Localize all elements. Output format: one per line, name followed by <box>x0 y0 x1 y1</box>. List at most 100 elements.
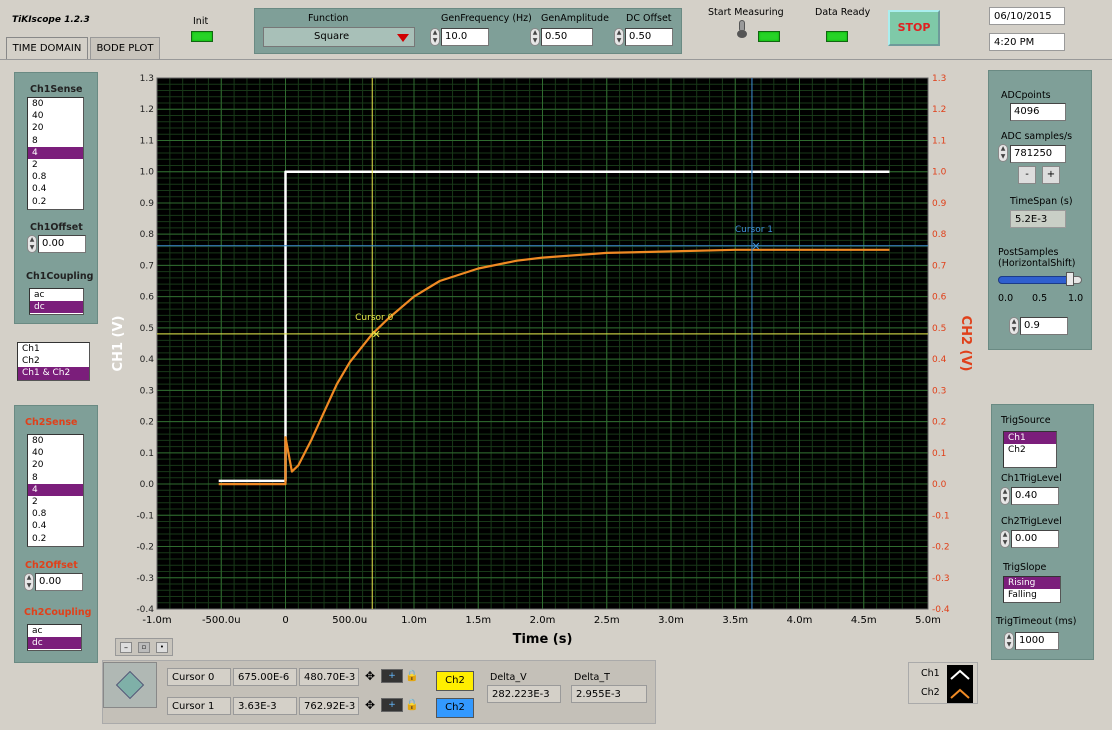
legend-swatch <box>947 665 973 703</box>
zoom-icon[interactable]: – <box>120 642 132 653</box>
trig-slope-option[interactable]: Falling <box>1004 589 1060 601</box>
stop-button[interactable]: STOP <box>888 10 940 46</box>
delta-t-value: 2.955E-3 <box>571 685 647 703</box>
ch2-trig-level-field[interactable]: 0.00 <box>1011 530 1059 548</box>
x-axis-title: Time (s) <box>513 632 573 647</box>
ch1-sense-option[interactable]: 80 <box>28 98 83 110</box>
ch1-sense-option[interactable]: 40 <box>28 110 83 122</box>
ch2-sense-option[interactable]: 80 <box>28 435 83 447</box>
ch2-sense-option[interactable]: 40 <box>28 447 83 459</box>
tab-time-domain[interactable]: TIME DOMAIN <box>6 37 88 59</box>
trig-slope-list[interactable]: Rising Falling <box>1003 576 1061 603</box>
cursor-1-label: Cursor 1 <box>735 225 773 235</box>
dc-offset-field[interactable]: 0.50 <box>625 28 673 46</box>
y-left-tick-label: 1.1 <box>140 136 154 146</box>
adc-sps-field[interactable]: 781250 <box>1010 145 1066 163</box>
cursor1-move-icon[interactable]: ✥ <box>362 697 378 713</box>
ch2-sense-option[interactable]: 8 <box>28 472 83 484</box>
ch1-sense-option[interactable]: 2 <box>28 159 83 171</box>
ch2-sense-option[interactable]: 0.8 <box>28 508 83 520</box>
tab-bode-plot[interactable]: BODE PLOT <box>90 37 160 59</box>
ch2-sense-option[interactable]: 4 <box>28 483 83 496</box>
x-tick-label: -500.0u <box>202 615 241 626</box>
ch2-sense-option[interactable]: 0.2 <box>28 533 83 545</box>
post-samples-spinner[interactable]: ▲ ▼ <box>1009 317 1019 335</box>
ch1-coupling-list[interactable]: ac dc <box>29 288 84 315</box>
trig-timeout-field[interactable]: 1000 <box>1015 632 1059 650</box>
ch2-trig-level-spinner[interactable]: ▲ ▼ <box>1000 530 1010 548</box>
ch1-sense-option[interactable]: 0.4 <box>28 183 83 195</box>
ch2-offset-field[interactable]: 0.00 <box>35 573 83 591</box>
channel-select-list[interactable]: Ch1 Ch2 Ch1 & Ch2 <box>17 342 90 381</box>
ch1-sense-option[interactable]: 4 <box>28 146 83 159</box>
cursor0-move-icon[interactable]: ✥ <box>362 668 378 684</box>
ch1-trig-level-field[interactable]: 0.40 <box>1011 487 1059 505</box>
x-tick-label: 3.5m <box>722 615 748 626</box>
cursor0-channel-button[interactable]: Ch2 <box>436 671 474 691</box>
ch2-coupling-list[interactable]: ac dc <box>27 624 82 651</box>
ch2-trig-level-label: Ch2TrigLevel <box>1001 516 1062 527</box>
ch1-coupling-option[interactable]: ac <box>30 289 83 301</box>
gen-frequency-field[interactable]: 10.0 <box>441 28 489 46</box>
trig-source-option[interactable]: Ch2 <box>1004 444 1056 456</box>
adc-points-field[interactable]: 4096 <box>1010 103 1066 121</box>
channel-select-option[interactable]: Ch1 <box>18 343 89 355</box>
dc-offset-spinner[interactable]: ▲ ▼ <box>614 28 624 46</box>
ch2-sense-option[interactable]: 20 <box>28 459 83 471</box>
function-select[interactable]: Square <box>263 27 415 47</box>
ch1-sense-option[interactable]: 8 <box>28 135 83 147</box>
gen-frequency-spinner[interactable]: ▲ ▼ <box>430 28 440 46</box>
post-samples-field[interactable]: 0.9 <box>1020 317 1068 335</box>
ch1-sense-option[interactable]: 0.8 <box>28 171 83 183</box>
channel-select-option[interactable]: Ch2 <box>18 355 89 367</box>
ch1-sense-list[interactable]: 80 40 20 8 4 2 0.8 0.4 0.2 <box>27 97 84 210</box>
y-left-tick-label: 0.9 <box>140 199 155 209</box>
tab-underline <box>0 59 1112 60</box>
gen-frequency-label: GenFrequency (Hz) <box>441 13 532 24</box>
cursor0-style-icon[interactable]: + <box>381 669 403 683</box>
cursor1-lock-icon[interactable]: 🔒 <box>405 697 423 713</box>
ch2-sense-option[interactable]: 0.4 <box>28 520 83 532</box>
ch1-offset-spinner[interactable]: ▲ ▼ <box>27 235 37 253</box>
plot-legend: Ch1 Ch2 <box>908 662 978 704</box>
channel-select-option[interactable]: Ch1 & Ch2 <box>18 367 89 380</box>
y-left-tick-label: -0.3 <box>136 574 154 584</box>
ch1-trig-level-spinner[interactable]: ▲ ▼ <box>1000 487 1010 505</box>
cursor1-channel-button[interactable]: Ch2 <box>436 698 474 718</box>
ch2-sense-option[interactable]: 2 <box>28 496 83 508</box>
cursor-move-pad-icon[interactable] <box>103 662 157 708</box>
ch2-sense-list[interactable]: 80 40 20 8 4 2 0.8 0.4 0.2 <box>27 434 84 547</box>
function-value: Square <box>314 31 350 42</box>
trig-source-option[interactable]: Ch1 <box>1004 432 1056 445</box>
y-right-tick-label: -0.2 <box>932 543 950 553</box>
y-right-tick-label: 0.4 <box>932 355 947 365</box>
start-toggle[interactable] <box>737 20 747 38</box>
cursor0-x: 675.00E-6 <box>233 668 297 686</box>
ch1-coupling-label: Ch1Coupling <box>26 271 94 282</box>
scope-chart[interactable]: -1.0m -500.0u 0 500.0u 1.0m 1.5m 2.0m 2.5m 3.0m 3… <box>100 66 980 654</box>
x-tick-label: 3.0m <box>658 615 684 626</box>
gen-amplitude-spinner[interactable]: ▲ ▼ <box>530 28 540 46</box>
ch2-coupling-option[interactable]: ac <box>28 625 81 637</box>
slider-thumb[interactable] <box>1066 272 1075 286</box>
pan-icon[interactable]: ▫ <box>138 642 150 653</box>
ch1-offset-field[interactable]: 0.00 <box>38 235 86 253</box>
legend-ch2: Ch2 <box>921 687 940 698</box>
ch1-sense-option[interactable]: 20 <box>28 122 83 134</box>
ch1-coupling-option[interactable]: dc <box>30 301 83 314</box>
trig-source-list[interactable]: Ch1 Ch2 <box>1003 431 1057 468</box>
cursor1-style-icon[interactable]: + <box>381 698 403 712</box>
ch2-coupling-option[interactable]: dc <box>28 637 81 650</box>
post-samples-slider[interactable] <box>998 272 1082 286</box>
trig-slope-option[interactable]: Rising <box>1004 577 1060 590</box>
ch1-sense-option[interactable]: 0.2 <box>28 196 83 208</box>
y-left-tick-label: 1.3 <box>140 74 154 84</box>
cursor-tool-icon[interactable]: • <box>156 642 168 653</box>
trig-timeout-spinner[interactable]: ▲ ▼ <box>1004 632 1014 650</box>
ch2-offset-spinner[interactable]: ▲ ▼ <box>24 573 34 591</box>
adc-sps-minus-button[interactable]: - <box>1018 166 1036 184</box>
cursor0-lock-icon[interactable]: 🔒 <box>405 668 423 684</box>
adc-sps-spinner[interactable]: ▲ ▼ <box>998 144 1008 162</box>
adc-sps-plus-button[interactable]: + <box>1042 166 1060 184</box>
gen-amplitude-field[interactable]: 0.50 <box>541 28 593 46</box>
